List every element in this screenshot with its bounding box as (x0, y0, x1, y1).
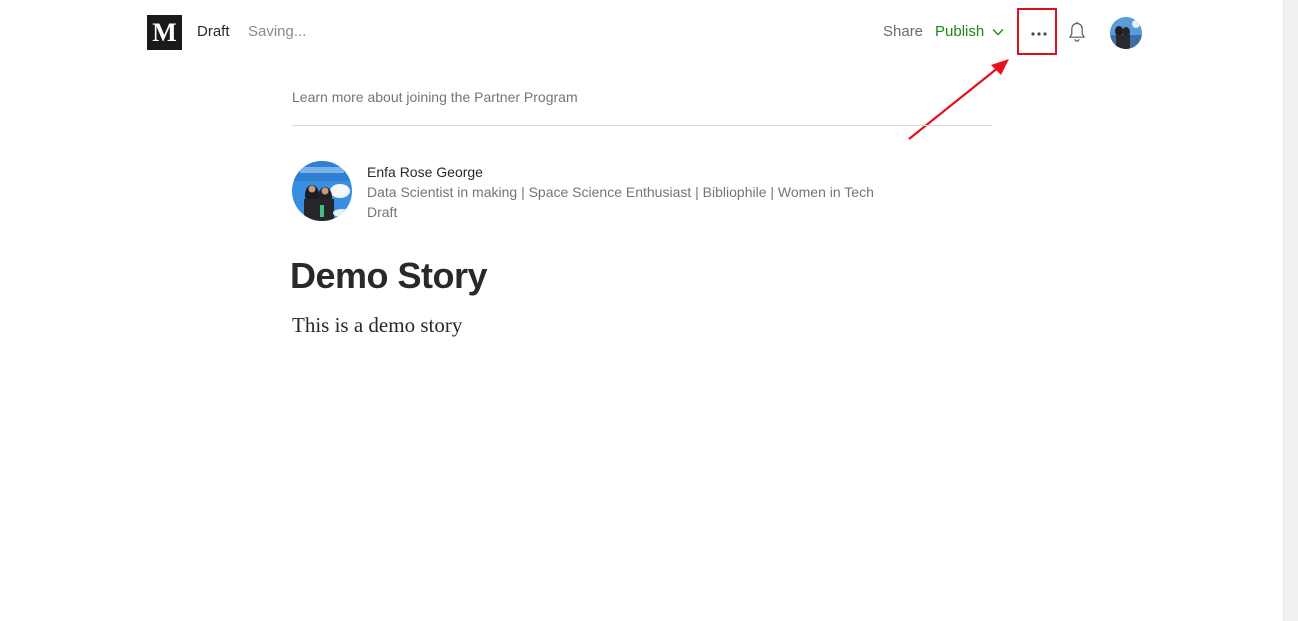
editor-page: M Draft Saving... Share Publish Learn mo… (0, 0, 1298, 621)
publish-button[interactable]: Publish (935, 23, 1004, 40)
draft-label: Draft (197, 23, 230, 40)
publish-label: Publish (935, 23, 985, 40)
logo-letter: M (152, 17, 177, 47)
story-title[interactable]: Demo Story (290, 255, 488, 297)
notifications-button[interactable] (1067, 21, 1087, 43)
partner-program-link[interactable]: Learn more about joining the Partner Pro… (292, 89, 578, 105)
divider (292, 125, 992, 126)
more-dots-icon (1031, 23, 1047, 41)
author-bio: Data Scientist in making | Space Science… (367, 184, 874, 200)
saving-status: Saving... (248, 23, 307, 40)
vertical-scrollbar[interactable] (1283, 0, 1298, 621)
user-avatar[interactable] (1110, 17, 1142, 49)
share-button[interactable]: Share (883, 23, 923, 40)
bell-icon (1067, 21, 1087, 47)
author-name[interactable]: Enfa Rose George (367, 164, 483, 180)
author-avatar[interactable] (292, 161, 352, 221)
more-options-button[interactable] (1030, 22, 1048, 42)
chevron-down-icon (992, 28, 1004, 36)
medium-logo[interactable]: M (147, 15, 182, 50)
story-body[interactable]: This is a demo story (292, 313, 462, 338)
story-status: Draft (367, 204, 398, 220)
annotation-arrow (908, 59, 1009, 140)
